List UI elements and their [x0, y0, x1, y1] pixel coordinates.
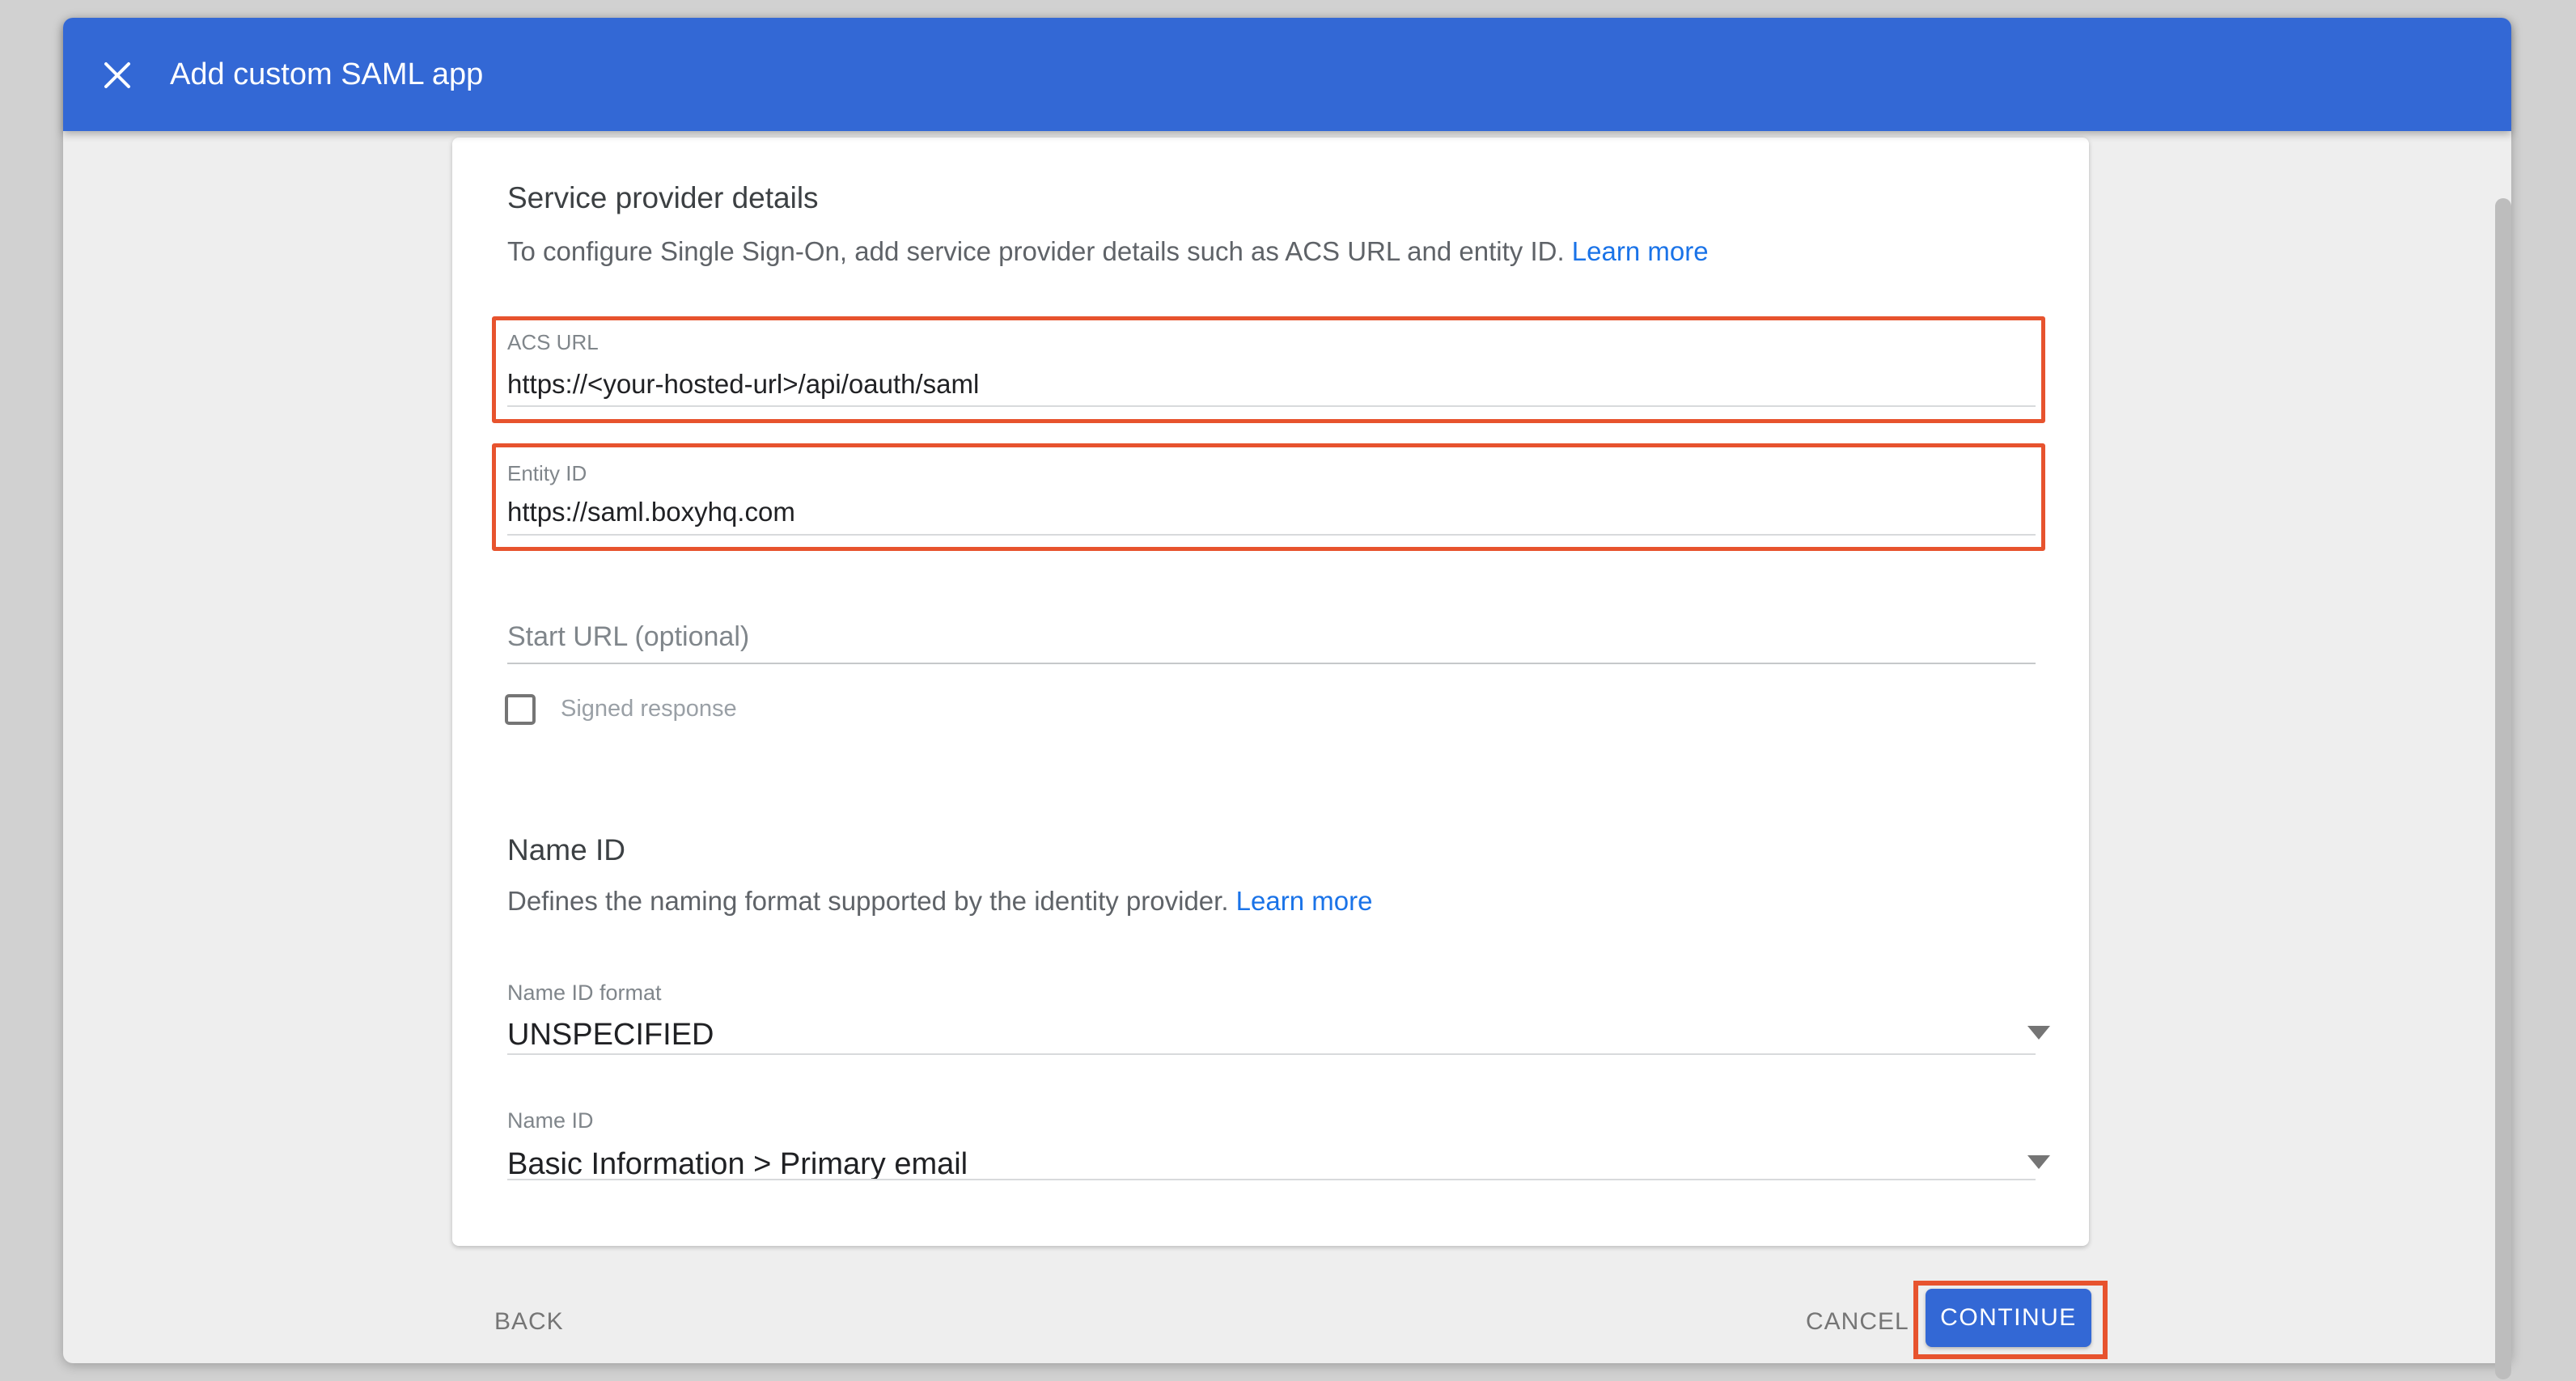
page-background: Add custom SAML app Service provider det…	[0, 0, 2576, 1381]
service-provider-description-text: To configure Single Sign-On, add service…	[507, 236, 1565, 266]
dialog-title: Add custom SAML app	[170, 18, 483, 131]
signed-response-checkbox[interactable]	[505, 694, 536, 725]
name-id-mapping-underline	[507, 1179, 2036, 1180]
back-button[interactable]: BACK	[494, 1308, 564, 1336]
name-id-format-label: Name ID format	[507, 981, 662, 1006]
signed-response-label: Signed response	[561, 696, 737, 722]
learn-more-link-nameid[interactable]: Learn more	[1236, 886, 1373, 916]
add-saml-app-dialog: Add custom SAML app Service provider det…	[63, 18, 2511, 1363]
close-icon[interactable]	[100, 57, 135, 93]
vertical-scrollbar-thumb[interactable]	[2495, 198, 2511, 1379]
start-url-input[interactable]	[507, 621, 2036, 653]
service-provider-heading: Service provider details	[507, 181, 819, 215]
name-id-heading: Name ID	[507, 833, 625, 867]
acs-url-underline	[507, 405, 2036, 407]
name-id-mapping-select[interactable]: Basic Information > Primary email	[507, 1147, 968, 1182]
continue-button[interactable]: CONTINUE	[1926, 1289, 2091, 1347]
acs-url-label: ACS URL	[507, 330, 599, 355]
start-url-underline	[507, 663, 2036, 664]
dialog-title-bar: Add custom SAML app	[63, 18, 2511, 131]
entity-id-underline	[507, 534, 2036, 536]
name-id-format-select[interactable]: UNSPECIFIED	[507, 1018, 714, 1053]
learn-more-link-sp[interactable]: Learn more	[1572, 236, 1709, 266]
acs-url-input[interactable]	[507, 369, 2028, 400]
name-id-description: Defines the naming format supported by t…	[507, 886, 1372, 917]
name-id-description-text: Defines the naming format supported by t…	[507, 886, 1229, 916]
name-id-format-underline	[507, 1053, 2036, 1055]
service-provider-description: To configure Single Sign-On, add service…	[507, 236, 1709, 267]
service-provider-card: Service provider details To configure Si…	[452, 138, 2089, 1246]
chevron-down-icon[interactable]	[2027, 1155, 2050, 1169]
name-id-mapping-label: Name ID	[507, 1108, 594, 1133]
entity-id-label: Entity ID	[507, 461, 587, 486]
entity-id-input[interactable]	[507, 497, 2028, 527]
chevron-down-icon[interactable]	[2027, 1026, 2050, 1040]
cancel-button[interactable]: CANCEL	[1806, 1308, 1909, 1336]
